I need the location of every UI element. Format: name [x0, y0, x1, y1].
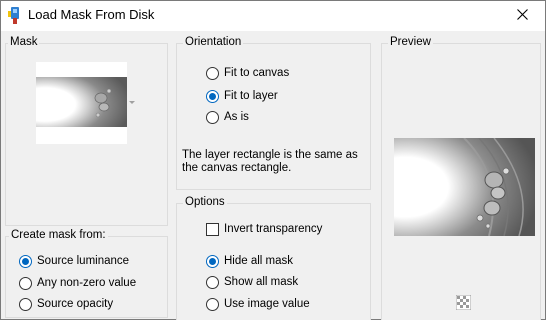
preview-image [394, 137, 535, 237]
radio-show-all-mask[interactable]: Show all mask [206, 274, 298, 290]
mask-group-label: Mask [8, 36, 40, 48]
radio-fit-to-canvas[interactable]: Fit to canvas [206, 65, 289, 81]
radio-label: Any non-zero value [37, 277, 137, 289]
radio-label: Source opacity [37, 298, 114, 310]
radio-circle[interactable] [206, 275, 219, 289]
radio-label: As is [224, 111, 249, 123]
radio-label: Hide all mask [224, 255, 294, 267]
radio-as-is[interactable]: As is [206, 109, 249, 125]
orientation-info-text: The layer rectangle is the same as the c… [182, 149, 358, 174]
mask-thumbnail[interactable] [36, 62, 127, 144]
paint-app-icon [8, 7, 22, 24]
checkbox-label: Invert transparency [224, 223, 323, 235]
preview-group-label: Preview [388, 36, 433, 48]
checkbox-box[interactable] [206, 222, 219, 236]
radio-label: Show all mask [224, 276, 299, 288]
radio-circle[interactable] [206, 254, 219, 268]
chevron-down-icon[interactable] [129, 101, 135, 104]
dialog-window: Load Mask From Disk Mask Create mask fro… [0, 0, 546, 320]
radio-circle[interactable] [206, 110, 219, 124]
radio-fit-to-layer[interactable]: Fit to layer [206, 88, 278, 104]
radio-label: Use image value [224, 298, 310, 310]
create-mask-label: Create mask from: [9, 229, 108, 241]
transparency-checker-icon[interactable] [455, 294, 472, 311]
radio-circle[interactable] [206, 89, 219, 103]
radio-label: Fit to canvas [224, 67, 290, 79]
radio-circle[interactable] [206, 297, 219, 311]
radio-source-opacity[interactable]: Source opacity [19, 296, 113, 312]
radio-label: Fit to layer [224, 90, 278, 102]
options-group-label: Options [183, 196, 227, 208]
radio-circle[interactable] [19, 297, 32, 311]
radio-circle[interactable] [19, 254, 32, 268]
title-bar[interactable]: Load Mask From Disk [1, 1, 545, 31]
radio-label: Source luminance [37, 255, 130, 267]
close-button[interactable] [500, 1, 545, 31]
close-icon [517, 9, 528, 23]
radio-any-non-zero[interactable]: Any non-zero value [19, 275, 136, 291]
radio-hide-all-mask[interactable]: Hide all mask [206, 253, 293, 269]
window-title: Load Mask From Disk [28, 7, 155, 22]
radio-circle[interactable] [19, 276, 32, 290]
radio-use-image-value[interactable]: Use image value [206, 296, 310, 312]
radio-circle[interactable] [206, 66, 219, 80]
orientation-group-label: Orientation [183, 36, 244, 48]
radio-source-luminance[interactable]: Source luminance [19, 253, 129, 269]
invert-transparency-checkbox[interactable]: Invert transparency [206, 221, 322, 237]
